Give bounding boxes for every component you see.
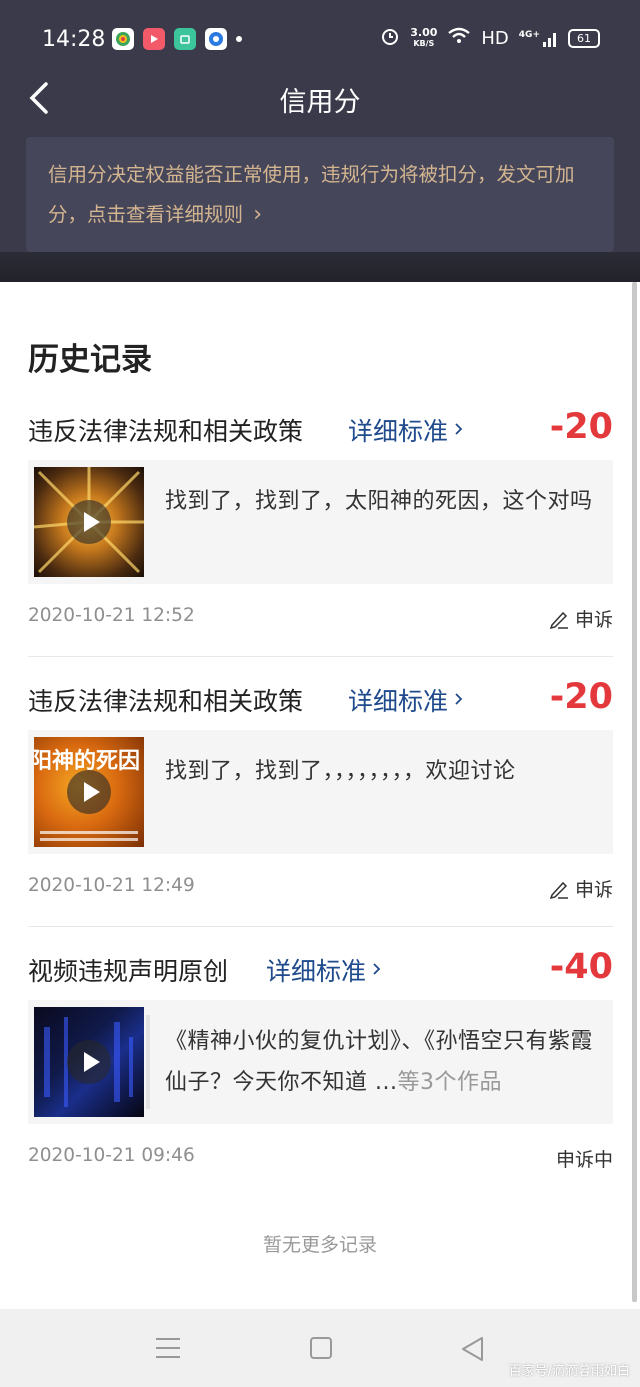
network-speed: 3.00 KB/S bbox=[410, 26, 438, 49]
score-change: -40 bbox=[549, 947, 613, 987]
detail-standard-link[interactable]: 详细标准 bbox=[348, 682, 468, 718]
menu-icon bbox=[156, 1338, 180, 1358]
appeal-button[interactable]: 申诉 bbox=[548, 605, 613, 632]
chevron-right-icon bbox=[373, 963, 381, 975]
detail-standard-link[interactable]: 详细标准 bbox=[348, 412, 468, 448]
divider bbox=[28, 656, 613, 657]
content-text: 《精神小伙的复仇计划》、《孙悟空只有紫霞仙子？今天你不知道 ... bbox=[165, 1029, 594, 1095]
history-title: 历史记录 bbox=[28, 342, 152, 378]
detail-standard-label: 详细标准 bbox=[266, 957, 367, 986]
content-text: 找到了，找到了，，，，，，，，欢迎讨论 bbox=[165, 759, 516, 784]
violation-reason: 视频违规声明原创 bbox=[28, 957, 229, 986]
violation-content[interactable]: 阳神的死因 找到了，找到了，，，，，，，，欢迎讨论 bbox=[28, 730, 613, 854]
hd-label: HD bbox=[481, 28, 509, 49]
video-thumbnail bbox=[34, 467, 144, 577]
appeal-status: 申诉中 bbox=[556, 1145, 613, 1172]
signal-icon: 4G+ bbox=[519, 30, 558, 48]
history-card: 历史记录 违反法律法规和相关政策 详细标准 -20 找到了，找到了，太阳神的死因… bbox=[0, 282, 640, 1309]
pen-icon bbox=[549, 881, 568, 899]
no-more-records: 暂无更多记录 bbox=[262, 1234, 377, 1256]
violation-content[interactable]: 找到了，找到了，太阳神的死因，这个对吗 bbox=[28, 460, 613, 584]
play-icon bbox=[67, 770, 111, 814]
browser-app-icon bbox=[112, 28, 134, 50]
notice-text: 信用分决定权益能否正常使用，违规行为将被扣分，发文可加分，点击查看详细规则 bbox=[48, 163, 575, 226]
content-text: 找到了，找到了，太阳神的死因，这个对吗 bbox=[165, 489, 593, 514]
violation-reason: 违反法律法规和相关政策 bbox=[28, 417, 304, 446]
thumbnail-subtitle-bar bbox=[40, 838, 138, 841]
thumbnail-subtitle-bar bbox=[40, 831, 138, 834]
content-title: 找到了，找到了，太阳神的死因，这个对吗 bbox=[165, 481, 600, 522]
network-type: 4G+ bbox=[518, 29, 540, 40]
violation-content[interactable]: 《精神小伙的复仇计划》、《孙悟空只有紫霞仙子？今天你不知道 ...等3个作品 bbox=[28, 1000, 613, 1124]
violation-reason: 违反法律法规和相关政策 bbox=[28, 687, 304, 716]
speed-unit: KB/S bbox=[413, 39, 435, 48]
title-bar: 信用分 bbox=[0, 76, 640, 136]
appeal-button[interactable]: 申诉 bbox=[548, 875, 613, 902]
play-icon bbox=[67, 500, 111, 544]
chevron-right-icon bbox=[455, 423, 463, 435]
notification-icons bbox=[112, 28, 242, 50]
appeal-label: 申诉 bbox=[574, 879, 613, 901]
status-time: 14:28 bbox=[42, 27, 106, 52]
watermark: 百家号/滴滴暮雨如白 bbox=[508, 1364, 630, 1379]
more-works: 等3个作品 bbox=[397, 1070, 502, 1095]
score-change: -20 bbox=[549, 407, 613, 447]
battery-icon: 61 bbox=[568, 29, 600, 48]
thumbnail-stack-edge bbox=[146, 1015, 150, 1109]
wifi-icon bbox=[447, 27, 471, 50]
system-nav-bar: 百家号/滴滴暮雨如白 bbox=[0, 1309, 640, 1387]
detail-standard-label: 详细标准 bbox=[348, 687, 449, 716]
speed-value: 3.00 bbox=[410, 26, 438, 39]
scrollbar[interactable] bbox=[632, 282, 637, 1302]
appeal-label: 申诉 bbox=[574, 609, 613, 631]
video-app-icon bbox=[143, 28, 165, 50]
status-bar: 14:28 3.00 KB/S HD 4G+ 61 bbox=[0, 0, 640, 76]
play-icon bbox=[67, 1040, 111, 1084]
appeal-status-label: 申诉中 bbox=[555, 1149, 613, 1171]
home-button[interactable] bbox=[309, 1336, 333, 1364]
shop-app-icon bbox=[174, 28, 196, 50]
content-title: 《精神小伙的复仇计划》、《孙悟空只有紫霞仙子？今天你不知道 ...等3个作品 bbox=[165, 1021, 600, 1103]
more-notifications-dot bbox=[236, 36, 242, 42]
page-title: 信用分 bbox=[279, 87, 361, 118]
back-nav-button[interactable] bbox=[460, 1336, 486, 1366]
system-status: 3.00 KB/S HD 4G+ 61 bbox=[380, 26, 600, 51]
record-date: 2020-10-21 12:52 bbox=[28, 605, 195, 626]
video-thumbnail bbox=[34, 1007, 144, 1117]
detail-standard-link[interactable]: 详细标准 bbox=[266, 952, 386, 988]
record-date: 2020-10-21 12:49 bbox=[28, 875, 195, 896]
baidu-app-icon bbox=[205, 28, 227, 50]
score-change: -20 bbox=[549, 677, 613, 717]
content-title: 找到了，找到了，，，，，，，，欢迎讨论 bbox=[165, 751, 600, 792]
alarm-icon bbox=[380, 26, 400, 51]
header-area: 14:28 3.00 KB/S HD 4G+ 61 信用分 信用分决定权益能否正常… bbox=[0, 0, 640, 282]
detail-standard-label: 详细标准 bbox=[348, 417, 449, 446]
video-thumbnail: 阳神的死因 bbox=[34, 737, 144, 847]
back-triangle-icon bbox=[462, 1337, 483, 1361]
menu-button[interactable] bbox=[155, 1336, 181, 1364]
chevron-right-icon: › bbox=[253, 202, 263, 227]
chevron-right-icon bbox=[455, 693, 463, 705]
home-square-icon bbox=[310, 1337, 332, 1359]
pen-icon bbox=[549, 611, 568, 629]
divider bbox=[28, 926, 613, 927]
record-date: 2020-10-21 09:46 bbox=[28, 1145, 195, 1166]
credit-rules-notice[interactable]: 信用分决定权益能否正常使用，违规行为将被扣分，发文可加分，点击查看详细规则 › bbox=[26, 137, 614, 252]
